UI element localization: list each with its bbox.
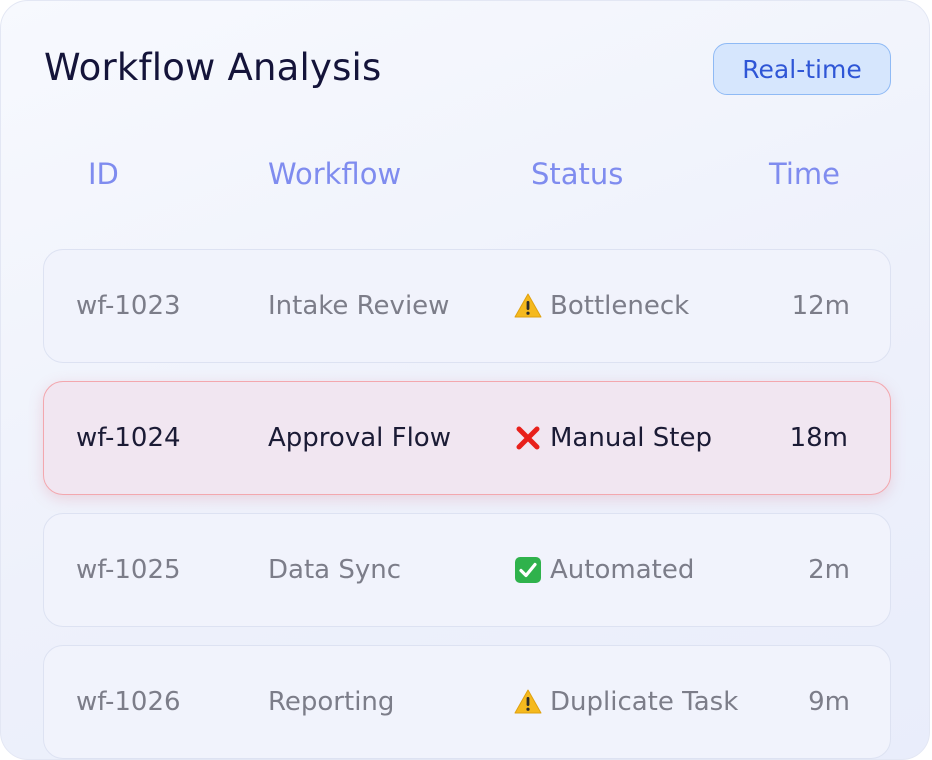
- status-label: Automated: [550, 555, 695, 585]
- row-status: Bottleneck: [514, 250, 689, 362]
- row-id: wf-1025: [76, 555, 181, 585]
- row-time: 2m: [808, 555, 850, 585]
- row-id: wf-1024: [76, 423, 181, 453]
- table-row[interactable]: wf-1026 Reporting Duplicate Task 9m: [43, 645, 891, 759]
- warning-icon: [514, 689, 542, 714]
- row-workflow: Reporting: [268, 687, 395, 717]
- status-label: Bottleneck: [550, 291, 690, 321]
- row-time: 18m: [789, 423, 848, 453]
- status-label: Duplicate Task: [550, 687, 739, 717]
- row-status: Manual Step: [514, 382, 712, 494]
- column-header-status[interactable]: Status: [531, 155, 623, 193]
- row-status: Duplicate Task: [514, 646, 738, 758]
- row-workflow: Approval Flow: [268, 423, 451, 453]
- column-header-workflow[interactable]: Workflow: [268, 155, 401, 193]
- row-workflow: Intake Review: [268, 291, 450, 321]
- row-time: 9m: [808, 687, 850, 717]
- realtime-badge[interactable]: Real-time: [713, 43, 891, 95]
- check-icon: [515, 557, 541, 583]
- row-workflow: Data Sync: [268, 555, 402, 585]
- workflow-analysis-panel: Workflow Analysis Real-time ID Workflow …: [0, 0, 930, 760]
- status-label: Manual Step: [550, 423, 712, 453]
- row-status: Automated: [514, 514, 694, 626]
- table-row-highlighted[interactable]: wf-1024 Approval Flow Manual Step 18m: [43, 381, 891, 495]
- cross-icon: [516, 426, 540, 450]
- panel-title: Workflow Analysis: [44, 46, 382, 89]
- row-id: wf-1026: [76, 687, 181, 717]
- row-id: wf-1023: [76, 291, 181, 321]
- column-header-time[interactable]: Time: [769, 155, 840, 193]
- warning-icon: [514, 293, 542, 318]
- row-time: 12m: [791, 291, 850, 321]
- table-row[interactable]: wf-1025 Data Sync Automated 2m: [43, 513, 891, 627]
- column-header-id[interactable]: ID: [88, 155, 119, 193]
- table-row[interactable]: wf-1023 Intake Review Bottleneck 12m: [43, 249, 891, 363]
